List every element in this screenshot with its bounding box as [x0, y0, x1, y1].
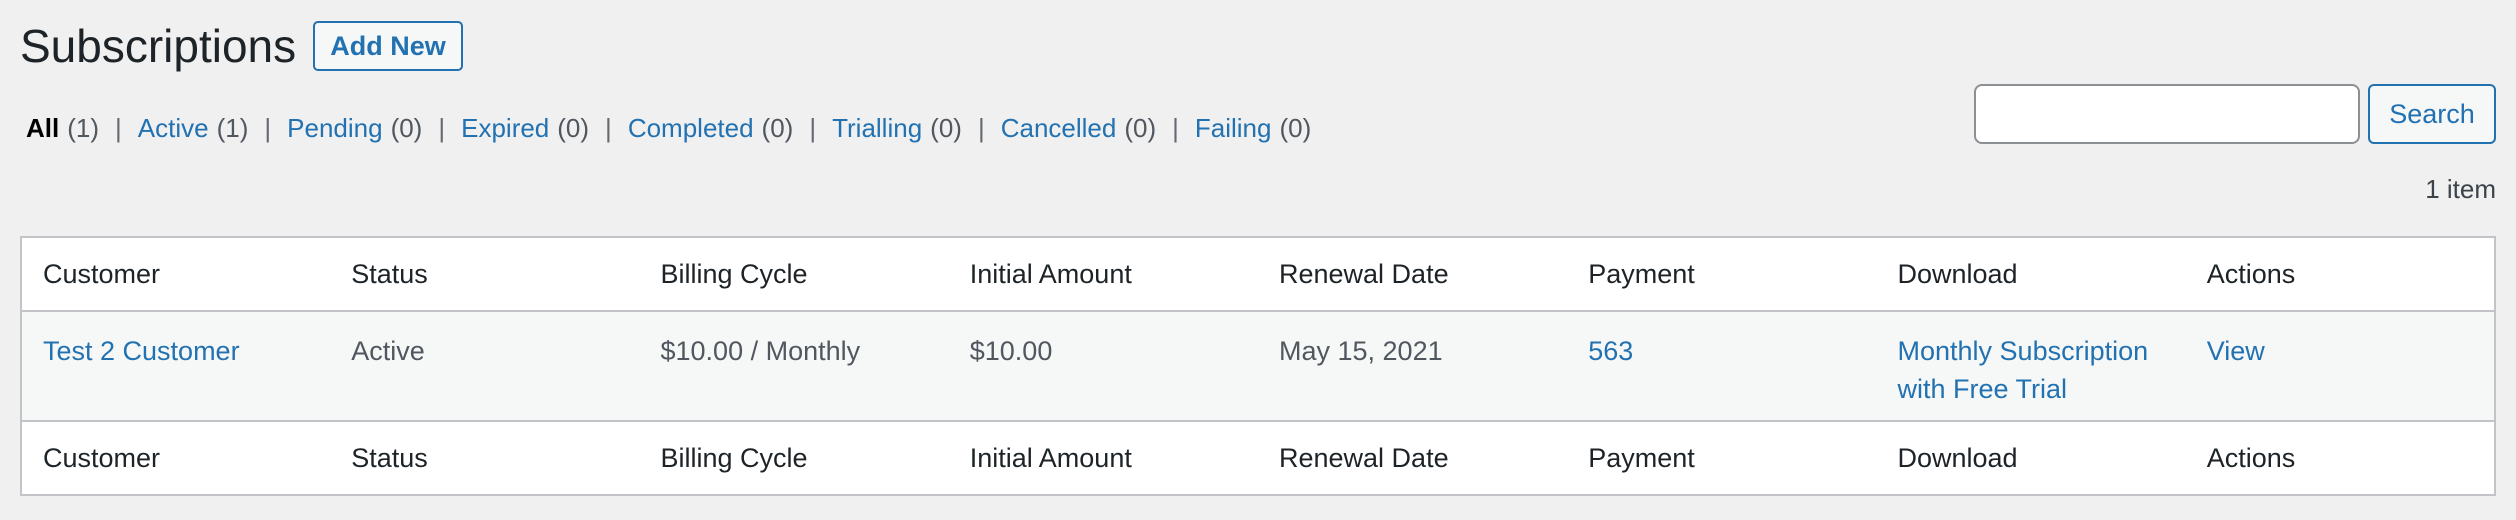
column-header-initial-amount: Initial Amount — [969, 258, 1132, 289]
search-input[interactable] — [1974, 84, 2360, 144]
filter-expired: Expired (0) — [461, 110, 589, 146]
filter-count: (0) — [761, 113, 794, 143]
filter-separator: | — [438, 113, 446, 143]
filter-count: (0) — [557, 113, 590, 143]
cell-actions: View — [2186, 311, 2495, 421]
filter-link-pending[interactable]: Pending — [287, 110, 382, 146]
filter-separator: | — [264, 113, 272, 143]
cell-download: Monthly Subscription with Free Trial — [1877, 311, 2186, 421]
filter-count: (0) — [1124, 113, 1157, 143]
filter-completed: Completed (0) — [628, 110, 794, 146]
filter-link-expired[interactable]: Expired — [461, 110, 549, 146]
search-button[interactable]: Search — [2368, 84, 2496, 144]
cell-customer: Test 2 Customer — [21, 311, 330, 421]
column-footer-billing-cycle: Billing Cycle — [660, 442, 808, 473]
payment-link[interactable]: 563 — [1588, 336, 1633, 366]
filter-count: (0) — [930, 113, 962, 143]
filter-link-trialling[interactable]: Trialling — [832, 110, 922, 146]
filter-count: (1) — [67, 113, 100, 143]
page-title: Subscriptions — [20, 20, 297, 72]
customer-link[interactable]: Test 2 Customer — [43, 336, 240, 366]
filter-pending: Pending (0) — [287, 110, 422, 146]
table-header-row: Customer Status Billing Cycle Initial Am… — [21, 237, 2495, 311]
filter-count: (0) — [390, 113, 423, 143]
column-footer-renewal-date: Renewal Date — [1279, 442, 1449, 473]
column-footer-payment: Payment — [1588, 442, 1695, 473]
cell-initial-amount: $10.00 — [969, 336, 1053, 366]
column-footer-initial-amount: Initial Amount — [969, 442, 1132, 473]
filter-count: (1) — [216, 113, 249, 143]
filter-cancelled: Cancelled (0) — [1001, 110, 1156, 146]
filter-separator: | — [115, 113, 122, 143]
filter-separator: | — [977, 113, 985, 143]
item-count: 1 item — [2425, 174, 2496, 204]
filter-link-completed[interactable]: Completed — [628, 110, 754, 146]
column-footer-download: Download — [1897, 442, 2018, 473]
filter-separator: | — [809, 113, 817, 143]
add-new-button[interactable]: Add New — [313, 21, 463, 71]
column-header-actions: Actions — [2206, 258, 2296, 289]
view-link[interactable]: View — [2207, 336, 2265, 366]
column-header-billing-cycle: Billing Cycle — [660, 258, 808, 289]
filter-trialling: Trialling (0) — [832, 110, 962, 146]
filter-separator: | — [1172, 113, 1179, 143]
column-footer-status: Status — [351, 442, 428, 473]
filter-separator: | — [605, 113, 612, 143]
cell-payment: 563 — [1567, 311, 1876, 421]
filter-all: All (1) — [26, 110, 99, 146]
column-header-download: Download — [1897, 258, 2018, 289]
status-filter-links: All (1) | Active (1) | Pending (0) | Exp… — [26, 110, 1311, 146]
cell-status: Active — [351, 336, 425, 366]
column-header-payment: Payment — [1588, 258, 1695, 289]
filter-link-failing[interactable]: Failing — [1195, 110, 1272, 146]
column-footer-actions: Actions — [2206, 442, 2296, 473]
filter-link-all[interactable]: All — [26, 110, 59, 146]
download-link[interactable]: Monthly Subscription with Free Trial — [1898, 336, 2149, 404]
filter-link-cancelled[interactable]: Cancelled — [1001, 110, 1117, 146]
table-row: Test 2 Customer Active $10.00 / Monthly … — [21, 311, 2495, 421]
filter-count: (0) — [1279, 113, 1312, 143]
subscriptions-table: Customer Status Billing Cycle Initial Am… — [20, 236, 2496, 496]
cell-renewal-date: May 15, 2021 — [1279, 336, 1443, 366]
column-header-renewal-date: Renewal Date — [1279, 258, 1449, 289]
filter-active: Active (1) — [138, 110, 249, 146]
column-footer-customer: Customer — [43, 442, 161, 473]
filter-failing: Failing (0) — [1195, 110, 1311, 146]
column-header-customer: Customer — [43, 258, 161, 289]
filter-link-active[interactable]: Active — [138, 110, 209, 146]
cell-billing-cycle: $10.00 / Monthly — [660, 336, 861, 366]
table-footer-row: Customer Status Billing Cycle Initial Am… — [21, 421, 2495, 495]
column-header-status: Status — [351, 258, 428, 289]
